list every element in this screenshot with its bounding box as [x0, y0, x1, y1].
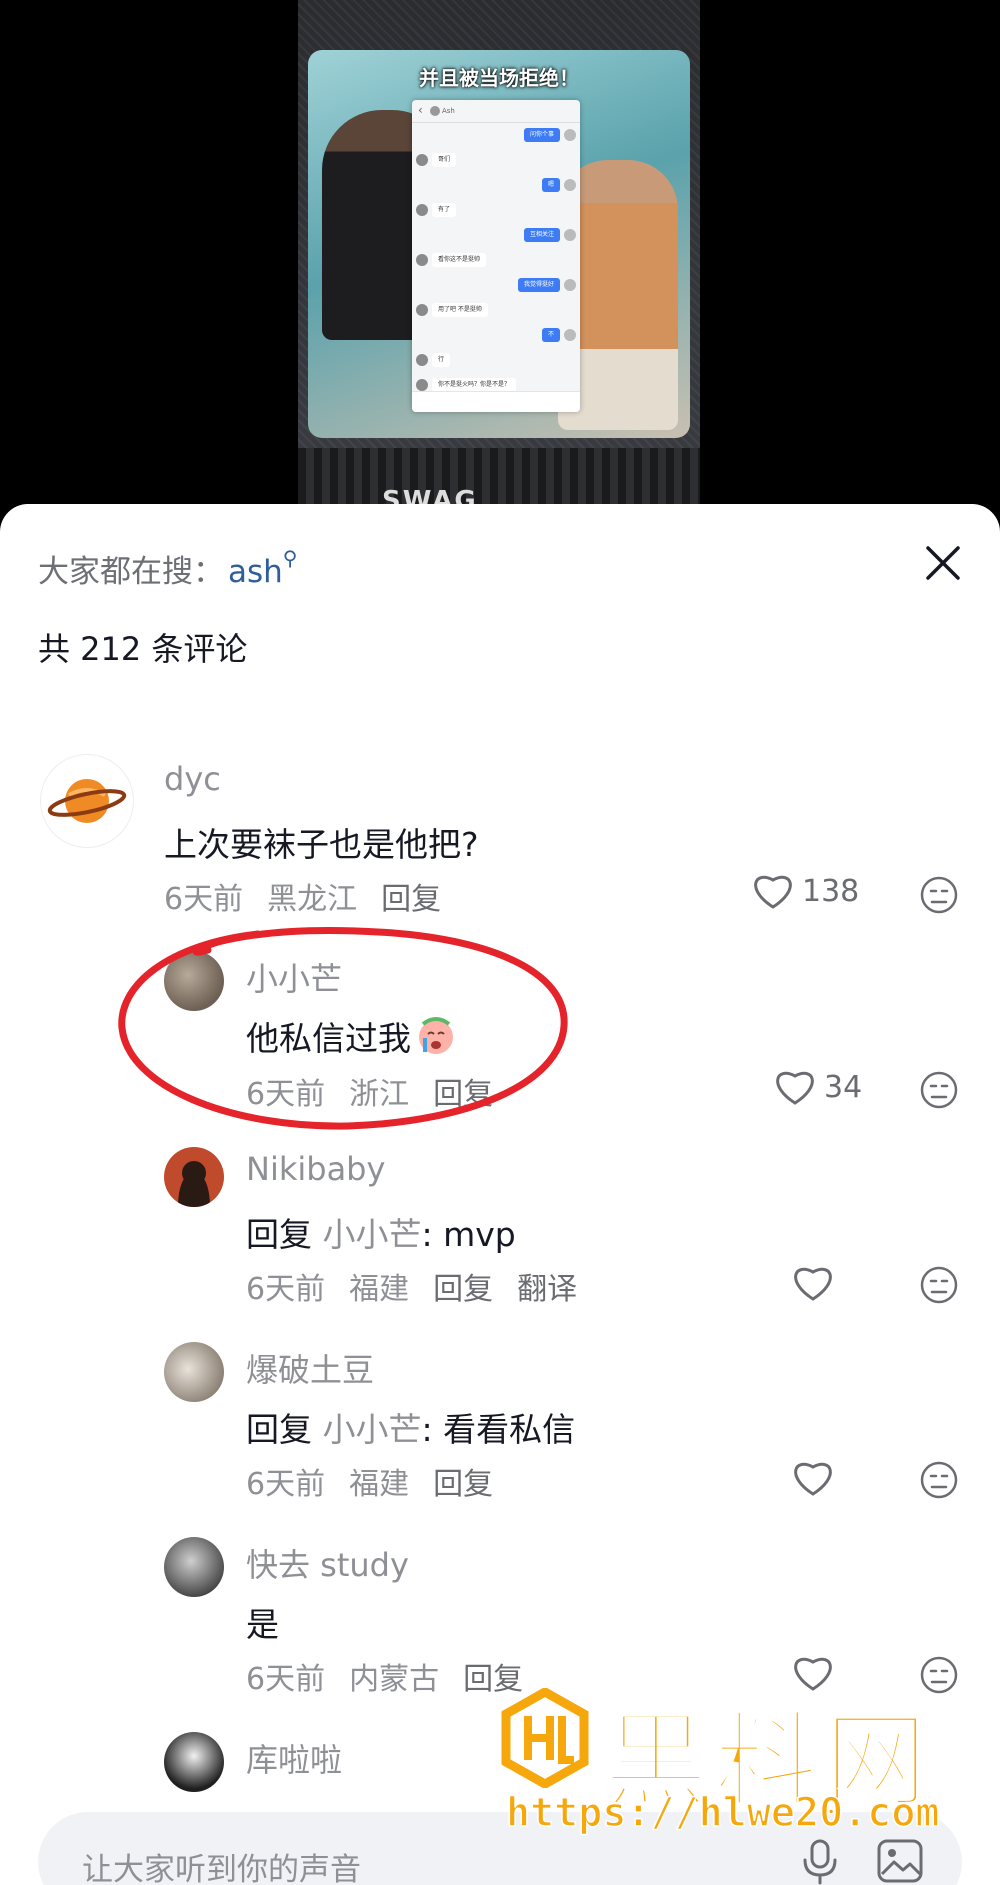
- translate-button[interactable]: 翻译: [517, 1272, 577, 1307]
- heart-icon: [754, 875, 792, 909]
- video-still: 并且被当场拒绝！ Ash 问你个事 哥们 嗯 有了 互相关注 看你这不是挺帅 我…: [308, 50, 690, 438]
- comment-text: 他私信过我: [246, 1012, 457, 1060]
- video-player[interactable]: 并且被当场拒绝！ Ash 问你个事 哥们 嗯 有了 互相关注 看你这不是挺帅 我…: [0, 0, 1000, 520]
- comment-text: 回复 小小芒: 看看私信: [246, 1410, 576, 1449]
- reply-target[interactable]: 小小芒: [323, 1410, 422, 1449]
- avatar[interactable]: [164, 1147, 224, 1207]
- comment-username[interactable]: 爆破土豆: [246, 1345, 374, 1391]
- like-button[interactable]: 138: [752, 872, 859, 910]
- search-suggestion[interactable]: 大家都在搜： ash⚲: [38, 546, 297, 591]
- dislike-icon[interactable]: [919, 1655, 959, 1695]
- reply-button[interactable]: 回复: [381, 882, 441, 917]
- reply-button[interactable]: 回复: [433, 1077, 493, 1112]
- comment-username[interactable]: 小小芒: [246, 954, 342, 1000]
- reply-button[interactable]: 回复: [433, 1272, 493, 1307]
- comment-time: 6天前: [246, 1467, 326, 1502]
- dislike-icon[interactable]: [919, 1070, 959, 1110]
- comment-panel: 大家都在搜： ash⚲ 共 212 条评论 dyc 上次要袜子也是他把? 6天前黑…: [0, 504, 1000, 1885]
- like-button[interactable]: [792, 1264, 834, 1302]
- reply-button[interactable]: 回复: [433, 1467, 493, 1502]
- comment-username[interactable]: Nikibaby: [246, 1150, 385, 1188]
- search-keyword[interactable]: ash: [228, 554, 283, 590]
- comment-time: 6天前: [164, 882, 244, 917]
- like-button[interactable]: [792, 1459, 834, 1497]
- comment-location: 内蒙古: [349, 1662, 440, 1697]
- heart-icon: [776, 1071, 814, 1105]
- comment-input[interactable]: 让大家听到你的声音: [38, 1812, 962, 1885]
- avatar[interactable]: [164, 1537, 224, 1597]
- comment-time: 6天前: [246, 1077, 326, 1112]
- avatar[interactable]: [164, 951, 224, 1011]
- chat-screenshot: Ash 问你个事 哥们 嗯 有了 互相关注 看你这不是挺帅 我觉得挺好 用了吧 …: [412, 100, 580, 412]
- heart-icon: [794, 1462, 832, 1496]
- avatar[interactable]: [164, 1342, 224, 1402]
- like-button[interactable]: 34: [774, 1068, 862, 1106]
- crying-emoji-icon: [419, 1017, 453, 1054]
- planet-icon: [47, 779, 127, 823]
- dislike-icon[interactable]: [919, 1460, 959, 1500]
- video-frame: 并且被当场拒绝！ Ash 问你个事 哥们 嗯 有了 互相关注 看你这不是挺帅 我…: [298, 0, 700, 520]
- comment-username[interactable]: 库啦啦: [246, 1735, 342, 1781]
- comment-location: 福建: [349, 1272, 410, 1307]
- comment-count: 共 212 条评论: [38, 630, 248, 668]
- reply-button[interactable]: 回复: [463, 1662, 523, 1697]
- heart-icon: [794, 1657, 832, 1691]
- image-icon[interactable]: [876, 1838, 924, 1884]
- dislike-icon[interactable]: [919, 875, 959, 915]
- comment-username[interactable]: dyc: [164, 760, 221, 798]
- comment-location: 黑龙江: [267, 882, 358, 917]
- comment-location: 福建: [349, 1467, 410, 1502]
- like-count: 138: [802, 873, 860, 909]
- microphone-icon[interactable]: [798, 1838, 842, 1885]
- heart-icon: [794, 1267, 832, 1301]
- comment-username[interactable]: 快去 study: [246, 1540, 409, 1586]
- comment-text: 上次要袜子也是他把?: [164, 825, 479, 864]
- comment-text: 回复 小小芒: mvp: [246, 1215, 516, 1254]
- like-count: 34: [824, 1069, 863, 1105]
- avatar[interactable]: [40, 754, 134, 848]
- like-button[interactable]: [792, 1654, 834, 1692]
- dislike-icon[interactable]: [919, 1265, 959, 1305]
- avatar[interactable]: [164, 1732, 224, 1792]
- reply-target[interactable]: 小小芒: [323, 1215, 422, 1254]
- video-caption: 并且被当场拒绝！: [419, 66, 579, 90]
- comment-location: 浙江: [349, 1077, 410, 1112]
- comment-text: 是: [246, 1605, 279, 1644]
- comment-time: 6天前: [246, 1272, 326, 1307]
- comment-input-placeholder: 让大家听到你的声音: [82, 1852, 361, 1885]
- close-icon[interactable]: [920, 540, 966, 586]
- comment-time: 6天前: [246, 1662, 326, 1697]
- search-icon: ⚲: [282, 546, 298, 570]
